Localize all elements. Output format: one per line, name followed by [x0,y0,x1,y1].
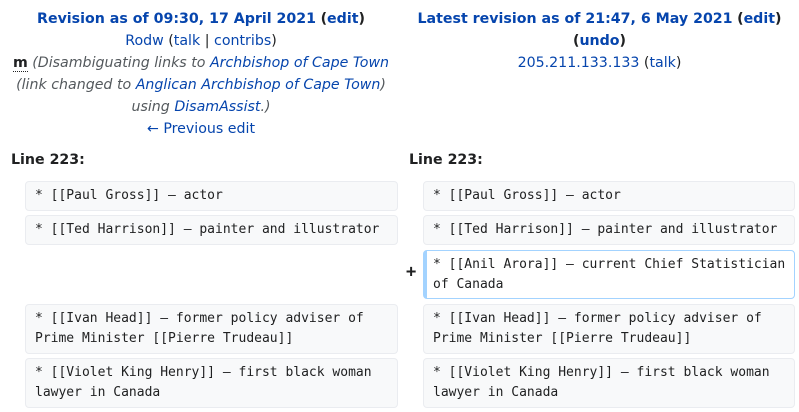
old-user-link[interactable]: Rodw [125,33,164,49]
diff-context-new: * [[Paul Gross]] – actor [423,181,795,211]
summary-link-archbishop[interactable]: Archbishop of Cape Town [210,55,389,71]
diff-context-old: * [[Violet King Henry]] – first black wo… [25,358,398,408]
old-revision-header: Revision as of 09:30, 17 April 2021 (edi… [2,8,400,140]
new-revision-link[interactable]: Latest revision as of 21:47, 6 May 2021 [418,11,733,27]
old-revision-link[interactable]: Revision as of 09:30, 17 April 2021 [37,11,316,27]
diff-context-old: * [[Paul Gross]] – actor [25,181,398,211]
new-edit-link[interactable]: edit [744,11,775,27]
ip-talk-link[interactable]: talk [649,55,675,71]
old-user-talk-link[interactable]: talk [174,33,200,49]
previous-edit-link[interactable]: ← Previous edit [147,121,255,137]
summary-link-anglican-archbishop[interactable]: Anglican Archbishop of Cape Town [136,77,381,93]
new-line-number: Line 223: [409,152,483,168]
summary-link-disamassist[interactable]: DisamAssist [174,99,260,115]
ip-contribs-link[interactable]: 205.211.133.133 [518,55,640,71]
new-revision-header: Latest revision as of 21:47, 6 May 2021 … [417,11,782,71]
undo-link[interactable]: undo [579,33,619,49]
old-edit-link[interactable]: edit [327,11,358,27]
diff-context-new: * [[Ivan Head]] – former policy adviser … [423,304,795,354]
edit-summary: m (Disambiguating links to Archbishop of… [12,55,390,72]
separator: | [204,33,210,49]
diff-context-new: * [[Violet King Henry]] – first black wo… [423,358,795,408]
minor-edit-flag: m [12,55,28,72]
added-line-marker: + [406,262,417,282]
old-line-number: Line 223: [11,152,85,168]
diff-context-old: * [[Ted Harrison]] – painter and illustr… [25,215,398,245]
diff-context-new: * [[Ted Harrison]] – painter and illustr… [423,215,795,245]
diff-added-line: * [[Anil Arora]] – current Chief Statist… [423,250,795,299]
old-user-contribs-link[interactable]: contribs [214,33,271,49]
diff-context-old: * [[Ivan Head]] – former policy adviser … [25,304,398,354]
